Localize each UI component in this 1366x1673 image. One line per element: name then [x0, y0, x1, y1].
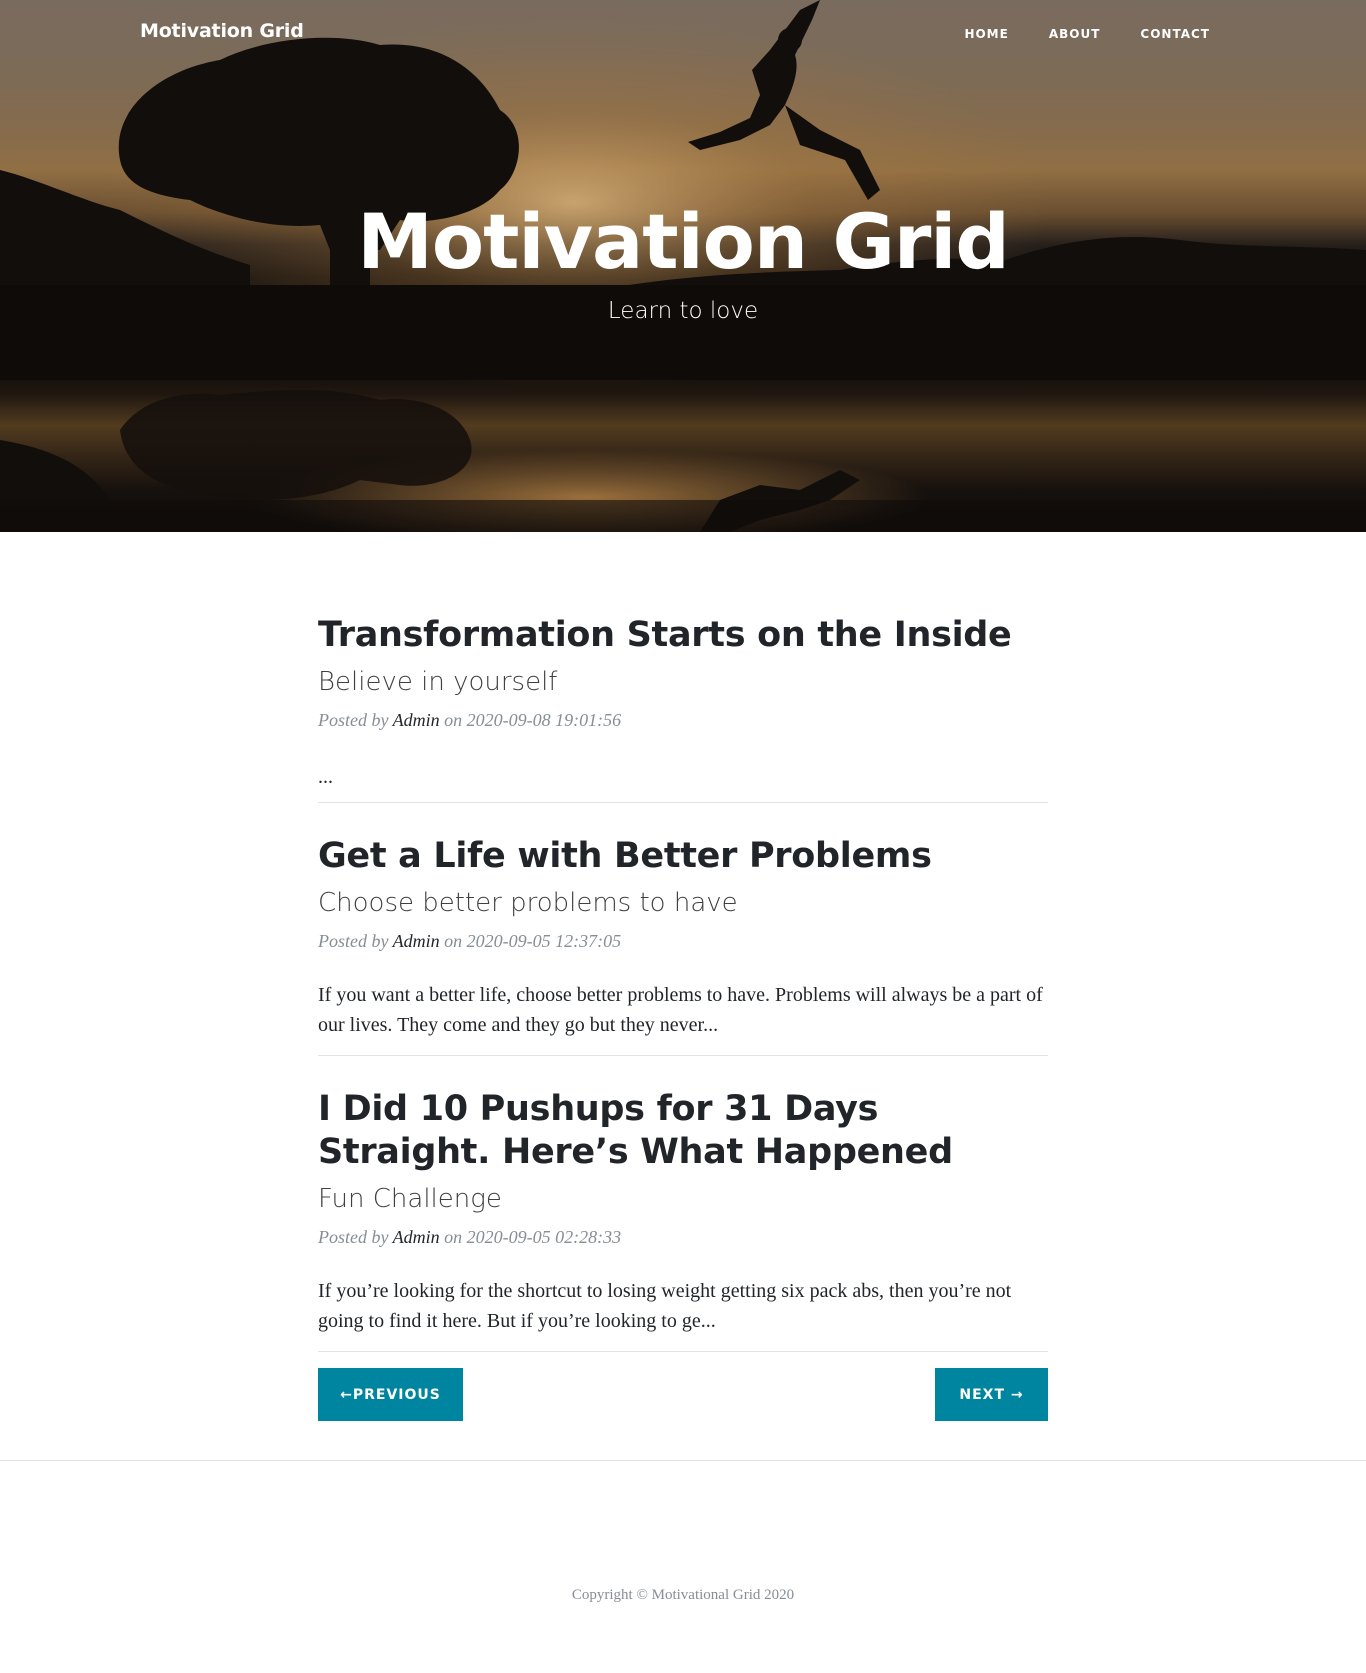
- post-divider: [318, 1351, 1048, 1352]
- post-subtitle: Choose better problems to have: [318, 888, 738, 918]
- post-meta: Posted by Admin on 2020-09-08 19:01:56: [318, 710, 1048, 731]
- top-navbar: Motivation Grid HOME ABOUT CONTACT: [0, 0, 1366, 66]
- brand-link[interactable]: Motivation Grid: [140, 20, 304, 42]
- post-date: 2020-09-08 19:01:56: [466, 710, 622, 730]
- meta-on: on: [444, 931, 463, 951]
- meta-prefix: Posted by: [318, 931, 389, 951]
- meta-prefix: Posted by: [318, 710, 389, 730]
- author-link[interactable]: Admin: [393, 931, 440, 951]
- post-title: I Did 10 Pushups for 31 Days Straight. H…: [318, 1089, 953, 1172]
- pager: ←PREVIOUS NEXT →: [318, 1368, 1048, 1437]
- post-title: Transformation Starts on the Inside: [318, 615, 1012, 655]
- author-link[interactable]: Admin: [393, 1227, 440, 1247]
- post-link[interactable]: I Did 10 Pushups for 31 Days Straight. H…: [318, 1088, 1048, 1215]
- post-preview: Transformation Starts on the Inside Beli…: [318, 532, 1048, 792]
- post-preview: I Did 10 Pushups for 31 Days Straight. H…: [318, 1056, 1048, 1336]
- nav-item-home: HOME: [964, 25, 1008, 43]
- post-list: Transformation Starts on the Inside Beli…: [318, 532, 1048, 1437]
- post-date: 2020-09-05 02:28:33: [466, 1227, 622, 1247]
- post-link[interactable]: Get a Life with Better Problems Choose b…: [318, 835, 1048, 919]
- meta-on: on: [444, 1227, 463, 1247]
- footer-divider: [0, 1460, 1366, 1461]
- nav-link-home[interactable]: HOME: [964, 27, 1008, 41]
- nav-links: HOME ABOUT CONTACT: [964, 25, 1210, 43]
- nav-link-about[interactable]: ABOUT: [1049, 27, 1101, 41]
- next-button[interactable]: NEXT →: [935, 1368, 1048, 1421]
- nav-item-about: ABOUT: [1049, 25, 1101, 43]
- post-excerpt: If you want a better life, choose better…: [318, 984, 1043, 1036]
- hero-header: Motivation Grid HOME ABOUT CONTACT Motiv…: [0, 0, 1366, 532]
- previous-button[interactable]: ←PREVIOUS: [318, 1368, 463, 1421]
- site-heading: Motivation Grid Learn to love: [0, 200, 1366, 324]
- copyright-text: Copyright © Motivational Grid 2020: [571, 1587, 795, 1603]
- post-meta: Posted by Admin on 2020-09-05 12:37:05: [318, 931, 1048, 952]
- post-excerpt: ...: [318, 766, 333, 788]
- nav-link-contact[interactable]: CONTACT: [1140, 27, 1210, 41]
- post-subtitle: Believe in yourself: [318, 667, 558, 697]
- nav-item-contact: CONTACT: [1140, 25, 1210, 43]
- post-subtitle: Fun Challenge: [318, 1184, 502, 1214]
- post-meta: Posted by Admin on 2020-09-05 02:28:33: [318, 1227, 1048, 1248]
- author-link[interactable]: Admin: [393, 710, 440, 730]
- meta-prefix: Posted by: [318, 1227, 389, 1247]
- post-title: Get a Life with Better Problems: [318, 836, 932, 876]
- site-title: Motivation Grid: [357, 197, 1010, 286]
- post-date: 2020-09-05 12:37:05: [466, 931, 622, 951]
- post-preview: Get a Life with Better Problems Choose b…: [318, 803, 1048, 1040]
- footer: Copyright © Motivational Grid 2020: [0, 1587, 1366, 1604]
- meta-on: on: [444, 710, 463, 730]
- site-subtitle: Learn to love: [607, 297, 759, 324]
- post-excerpt: If you’re looking for the shortcut to lo…: [318, 1280, 1012, 1332]
- post-link[interactable]: Transformation Starts on the Inside Beli…: [318, 614, 1048, 698]
